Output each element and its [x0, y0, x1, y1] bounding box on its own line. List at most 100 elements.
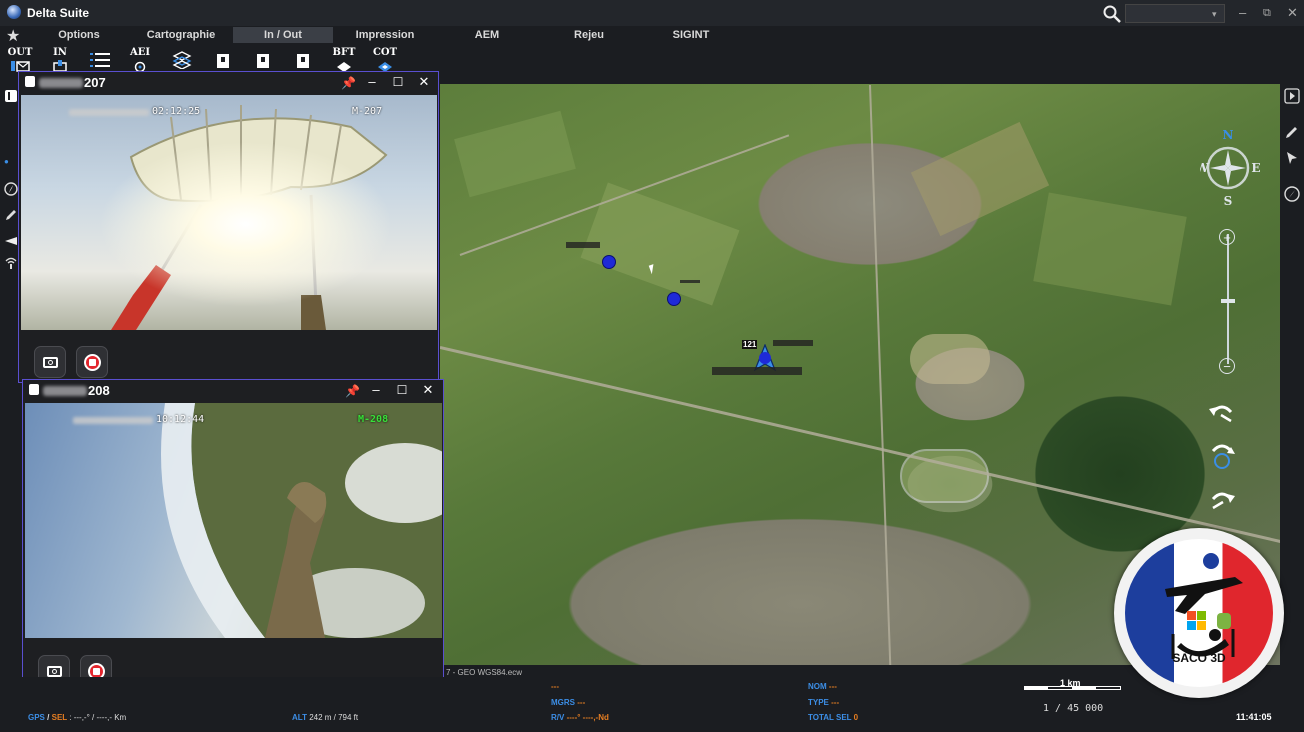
video-app-icon — [25, 76, 35, 87]
minimize-button[interactable]: – — [368, 382, 384, 398]
bft-button-label: BFT — [332, 47, 356, 58]
video-window-titlebar[interactable]: 208 📌 – ☐ ✕ — [23, 380, 443, 402]
panel-toggle-icon[interactable] — [4, 89, 18, 103]
close-button[interactable]: ✕ — [420, 382, 436, 398]
pin-icon[interactable]: 📌 — [341, 76, 356, 90]
map-field — [454, 110, 576, 198]
alt-readout: ALT 242 m / 794 ft — [292, 713, 358, 722]
redacted-name — [43, 386, 87, 396]
marker-label-redacted — [773, 340, 813, 346]
search-input[interactable]: ▾ — [1125, 4, 1225, 23]
in-button-label: IN — [53, 47, 67, 58]
menu-rejeu[interactable]: Rejeu — [539, 27, 639, 43]
zoom-slider-handle[interactable] — [1221, 299, 1235, 303]
video-osd-time: 02:12:25 — [152, 106, 201, 117]
dot-icon: ● — [4, 157, 9, 166]
map-road — [869, 84, 892, 665]
video-app-icon — [29, 384, 39, 395]
gps-value: : ---,-° / ----,- Km — [69, 713, 127, 722]
close-button[interactable]: ✕ — [1287, 5, 1298, 21]
compass-e: E — [1251, 161, 1260, 175]
aei-button-label: AEI — [129, 47, 151, 58]
app-title: Delta Suite — [27, 6, 90, 20]
minimize-button[interactable]: – — [364, 74, 380, 90]
menu-aem[interactable]: AEM — [437, 27, 537, 43]
airplane-tool-icon[interactable] — [4, 234, 18, 248]
scale-ratio: 1 / 45 000 — [1043, 703, 1104, 714]
logo-text: SACO 3D — [1172, 651, 1226, 665]
marker-label-redacted — [566, 242, 600, 248]
favorites-star-icon[interactable]: ★ — [6, 26, 20, 46]
video-osd-id: M-208 — [358, 414, 389, 425]
video-window-207[interactable]: 207 📌 – ☐ ✕ 02:12:25 M-207 — [18, 71, 439, 383]
map-field — [1033, 192, 1187, 306]
compass-tool-icon[interactable] — [1284, 186, 1300, 202]
record-button[interactable] — [76, 346, 108, 378]
position-marker[interactable] — [602, 255, 616, 269]
camera-icon — [43, 357, 58, 368]
marker-label-redacted — [680, 280, 700, 283]
video-feed: 10:12:44 M-208 — [25, 403, 442, 638]
zoom-out-button[interactable]: − — [1219, 358, 1235, 374]
menu-cartographie[interactable]: Cartographie — [131, 27, 231, 43]
gps-readout: GPS / SEL : ---,-° / ----,- Km — [28, 713, 126, 722]
pencil-icon[interactable] — [4, 208, 18, 222]
rv-readout: R/V ----° ----,-Nd — [551, 713, 609, 722]
redacted-name — [39, 78, 83, 88]
compass-tool-icon[interactable] — [4, 182, 18, 196]
cursor-select-icon[interactable] — [1284, 150, 1300, 166]
menu-options[interactable]: Options — [29, 27, 129, 43]
restore-button[interactable]: ⧉ — [1263, 7, 1271, 20]
pencil-icon[interactable] — [1284, 124, 1300, 140]
rv-value: ----° ----,-Nd — [566, 713, 609, 722]
menu-impression[interactable]: Impression — [335, 27, 435, 43]
alt-value: 242 m / 794 ft — [309, 713, 359, 722]
mgrs-value: --- — [577, 698, 586, 707]
rotate-left-icon[interactable] — [1207, 399, 1237, 425]
compass-rose-icon[interactable]: N S W E — [1200, 130, 1260, 206]
video-osd-time: 10:12:44 — [156, 414, 205, 425]
video-window-title: 207 — [84, 75, 106, 90]
map-file-label: 7 - GEO WGS84.ecw — [446, 668, 523, 677]
pin-icon[interactable]: 📌 — [345, 384, 360, 398]
compass-w: W — [1200, 161, 1209, 175]
snapshot-button[interactable] — [34, 346, 66, 378]
compass-s: S — [1224, 194, 1233, 206]
parachute-canopy-image — [21, 95, 437, 330]
app-logo-icon — [7, 5, 21, 19]
gps-separator: / — [47, 713, 50, 722]
extra-value: --- — [551, 682, 559, 691]
menu-sigint[interactable]: SIGINT — [641, 27, 741, 43]
video-window-titlebar[interactable]: 207 📌 – ☐ ✕ — [19, 72, 438, 94]
close-button[interactable]: ✕ — [416, 74, 432, 90]
position-marker[interactable] — [667, 292, 681, 306]
chevron-down-icon[interactable]: ▾ — [1212, 9, 1222, 19]
mgrs-readout: MGRS --- — [551, 698, 585, 707]
expand-panel-icon[interactable] — [1284, 88, 1300, 104]
signal-icon[interactable] — [4, 256, 18, 270]
maximize-button[interactable]: ☐ — [390, 74, 406, 90]
zoom-in-button[interactable]: + — [1219, 229, 1235, 245]
cot-button-label: COT — [372, 47, 398, 58]
reset-rotation-icon[interactable] — [1207, 439, 1237, 471]
gps-key: GPS — [28, 713, 45, 722]
rotate-right-icon[interactable] — [1207, 486, 1237, 512]
maximize-button[interactable]: ☐ — [394, 382, 410, 398]
menu-in-out[interactable]: In / Out — [233, 27, 333, 43]
video-feed: 02:12:25 M-207 — [21, 95, 437, 330]
video-window-208[interactable]: 208 📌 – ☐ ✕ 10:12:44 M-208 — [22, 379, 444, 707]
export-icon — [257, 54, 269, 68]
compass-n: N — [1223, 130, 1234, 142]
freefall-view-image — [161, 403, 442, 638]
nom-readout: NOM --- — [808, 682, 837, 691]
saco-3d-logo: SACO 3D — [1114, 528, 1284, 698]
minimize-button[interactable]: – — [1239, 5, 1246, 20]
scale-bar — [1024, 686, 1121, 690]
total-sel-value: 0 — [853, 713, 859, 722]
out-button-label: OUT — [7, 47, 33, 58]
redacted-date — [69, 109, 149, 116]
export-icon — [297, 54, 309, 68]
export-icon — [217, 54, 229, 68]
search-icon[interactable] — [1102, 4, 1122, 24]
record-icon — [84, 354, 101, 371]
